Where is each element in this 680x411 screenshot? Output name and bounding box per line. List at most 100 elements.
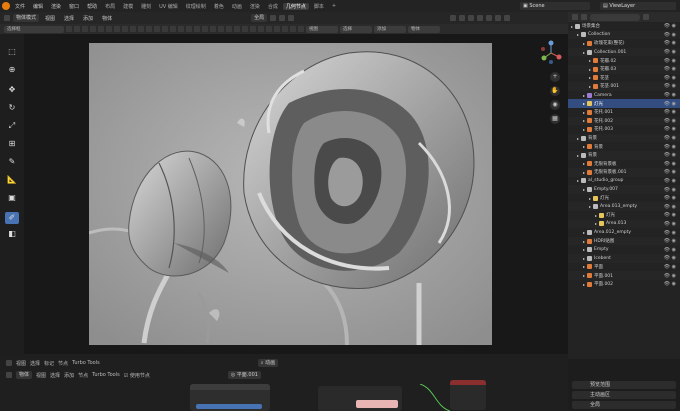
expand-arrow-icon[interactable]: ▸ xyxy=(589,67,591,72)
expand-arrow-icon[interactable]: ▸ xyxy=(583,161,585,166)
visibility-eye-icon[interactable]: 👁 ◉ xyxy=(664,264,676,270)
measure-tool-icon[interactable]: 📐 xyxy=(5,174,19,186)
blender-logo-icon[interactable] xyxy=(2,2,10,10)
visibility-eye-icon[interactable]: 👁 ◉ xyxy=(664,118,676,124)
expand-arrow-icon[interactable]: ▸ xyxy=(595,213,597,218)
outliner-row[interactable]: ▸ Area.012_empty 👁 ◉ xyxy=(568,228,680,237)
node-menu-add[interactable]: 添加 xyxy=(64,372,74,379)
visibility-eye-icon[interactable]: 👁 ◉ xyxy=(664,23,676,29)
gizmo-toggle-icon[interactable] xyxy=(459,15,466,21)
expand-arrow-icon[interactable]: ▸ xyxy=(583,282,585,287)
expand-arrow-icon[interactable]: ▸ xyxy=(589,75,591,80)
menu-window[interactable]: 窗口 xyxy=(66,3,82,10)
visibility-eye-icon[interactable]: 👁 ◉ xyxy=(664,169,676,175)
tool-option-icon-7[interactable] xyxy=(114,26,120,32)
visibility-eye-icon[interactable]: 👁 ◉ xyxy=(664,92,676,98)
bottom-menu-view[interactable]: 视图 xyxy=(16,360,26,367)
tool-option-icon-13[interactable] xyxy=(162,26,168,32)
tab-sculpting[interactable]: 雕刻 xyxy=(138,3,154,10)
tool-option-icon-12[interactable] xyxy=(154,26,160,32)
tool-option-icon-27[interactable] xyxy=(274,26,280,32)
tool-option-icon-22[interactable] xyxy=(234,26,240,32)
visibility-eye-icon[interactable]: 👁 ◉ xyxy=(664,178,676,184)
outliner-row[interactable]: ▸ 花瓣.02 👁 ◉ xyxy=(568,56,680,65)
expand-arrow-icon[interactable]: ▸ xyxy=(583,247,585,252)
scale-tool-icon[interactable]: ⤢ xyxy=(5,120,19,132)
node-menu-view[interactable]: 视图 xyxy=(36,372,46,379)
shading-rendered-icon[interactable] xyxy=(504,15,511,21)
visibility-eye-icon[interactable]: 👁 ◉ xyxy=(664,126,676,132)
outliner-row[interactable]: ▸ 平面 👁 ◉ xyxy=(568,263,680,272)
zoom-icon[interactable]: + xyxy=(550,72,560,82)
visibility-eye-icon[interactable]: 👁 ◉ xyxy=(664,58,676,64)
tool-option-icon-2[interactable] xyxy=(74,26,80,32)
expand-arrow-icon[interactable]: ▸ xyxy=(583,101,585,106)
outliner-row[interactable]: ▸ Icebent 👁 ◉ xyxy=(568,254,680,263)
visibility-eye-icon[interactable]: 👁 ◉ xyxy=(664,212,676,218)
tool-option-icon-6[interactable] xyxy=(106,26,112,32)
outliner-search-input[interactable] xyxy=(590,13,640,21)
tool-option-icon-11[interactable] xyxy=(146,26,152,32)
tool-option-icon-14[interactable] xyxy=(170,26,176,32)
expand-arrow-icon[interactable]: ▸ xyxy=(577,136,579,141)
cursor-tool-icon[interactable]: ⊕ xyxy=(5,64,19,76)
visibility-eye-icon[interactable]: 👁 ◉ xyxy=(664,281,676,287)
tab-uv-editing[interactable]: UV 编辑 xyxy=(156,3,181,10)
scene-selector[interactable]: ▣ Scene xyxy=(520,2,590,10)
visibility-eye-icon[interactable]: 👁 ◉ xyxy=(664,255,676,261)
tool-option-icon-28[interactable] xyxy=(282,26,288,32)
tool-option-icon-15[interactable] xyxy=(178,26,184,32)
tool-option-icon-1[interactable] xyxy=(66,26,72,32)
view-layer-selector[interactable]: ▤ ViewLayer xyxy=(600,2,676,10)
outliner-row[interactable]: ▸ Area.013 👁 ◉ xyxy=(568,219,680,229)
tool-option-icon-25[interactable] xyxy=(258,26,264,32)
tool-option-icon-8[interactable] xyxy=(122,26,128,32)
expand-arrow-icon[interactable]: ▸ xyxy=(583,170,585,175)
outliner-row[interactable]: ▸ 玫瑰花束(整花) 👁 ◉ xyxy=(568,39,680,48)
tool-option-icon-30[interactable] xyxy=(298,26,304,32)
perspective-grid-icon[interactable]: ▦ xyxy=(550,114,560,124)
camera-view-icon[interactable]: ◉ xyxy=(550,100,560,110)
pivot-icon[interactable] xyxy=(270,15,277,21)
outliner-row[interactable]: ▸ Empty.007 👁 ◉ xyxy=(568,185,680,194)
outliner-row[interactable]: ▸ 无限背景板 👁 ◉ xyxy=(568,160,680,169)
tool-option-icon-24[interactable] xyxy=(250,26,256,32)
tab-shading[interactable]: 着色 xyxy=(211,3,227,10)
bottom-editor-type-icon[interactable] xyxy=(6,360,12,366)
draw-tool-icon[interactable]: ✐ xyxy=(5,212,19,224)
node-block-1[interactable] xyxy=(190,384,270,411)
expand-arrow-icon[interactable]: ▸ xyxy=(583,144,585,149)
tool-option-icon-19[interactable] xyxy=(210,26,216,32)
select-box-tool-icon[interactable]: ⬚ xyxy=(5,46,19,58)
expand-arrow-icon[interactable]: ▸ xyxy=(577,178,579,183)
outliner-display-mode-icon[interactable] xyxy=(581,14,587,20)
outliner-editor-icon[interactable] xyxy=(572,14,578,20)
outliner-row[interactable]: ▸ 无限背景板.001 👁 ◉ xyxy=(568,168,680,177)
editor-type-icon[interactable] xyxy=(4,15,10,21)
header-menu-add[interactable]: 添加 xyxy=(80,15,96,22)
visibility-eye-icon[interactable]: 👁 ◉ xyxy=(664,83,676,89)
visibility-eye-icon[interactable]: 👁 ◉ xyxy=(664,221,676,227)
visibility-eye-icon[interactable]: 👁 ◉ xyxy=(664,75,676,81)
visibility-eye-icon[interactable]: 👁 ◉ xyxy=(664,32,676,38)
tab-compositing[interactable]: 合成 xyxy=(265,3,281,10)
outliner-row[interactable]: ▸ HDRI贴图 👁 ◉ xyxy=(568,236,680,246)
visibility-eye-icon[interactable]: 👁 ◉ xyxy=(664,66,676,72)
header-menu-object[interactable]: 物体 xyxy=(99,15,115,22)
bottom-menu-node[interactable]: 节点 xyxy=(58,360,68,367)
tab-modeling[interactable]: 建模 xyxy=(120,3,136,10)
visibility-eye-icon[interactable]: 👁 ◉ xyxy=(664,204,676,210)
use-nodes-checkbox[interactable]: ☑ 使用节点 xyxy=(124,372,150,379)
outliner-row[interactable]: ▸ 灯光 👁 ◉ xyxy=(568,211,680,220)
snap-icon[interactable] xyxy=(279,15,286,21)
expand-arrow-icon[interactable]: ▸ xyxy=(583,256,585,261)
tool-option-icon-29[interactable] xyxy=(290,26,296,32)
outliner-row[interactable]: ▸ 背景 👁 ◉ xyxy=(568,133,680,143)
header-menu-view[interactable]: 视图 xyxy=(42,15,58,22)
node-context-selector[interactable]: 物体 xyxy=(16,371,33,379)
tool-field-add[interactable]: 添加 xyxy=(374,25,406,33)
pan-hand-icon[interactable]: ✋ xyxy=(550,86,560,96)
frame-field[interactable]: ⌕ 动画 xyxy=(257,359,279,367)
visibility-eye-icon[interactable]: 👁 ◉ xyxy=(664,230,676,236)
expand-arrow-icon[interactable]: ▸ xyxy=(571,24,573,29)
